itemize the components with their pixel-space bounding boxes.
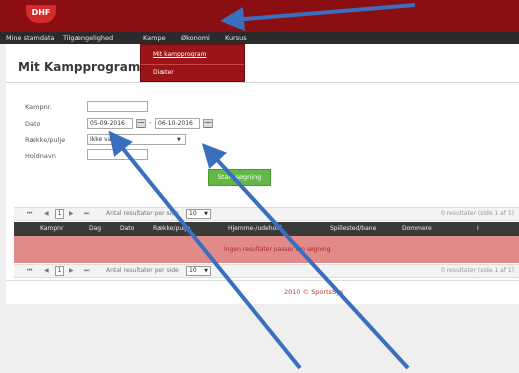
footer: 2010 © SportsSys <box>6 280 519 304</box>
per-page-value: 10 <box>189 210 197 217</box>
menu-item-mit-kampprogram[interactable]: Mit kampprogram <box>153 51 206 58</box>
holdnavn-label: Holdnavn <box>25 152 56 160</box>
first-page-icon[interactable]: ⏮ <box>27 210 32 218</box>
empty-results-message: Ingen resultater passer din søgning <box>224 246 331 253</box>
nav-item-tilgaengelighed[interactable]: Tilgængelighed <box>63 32 113 44</box>
per-page-value: 10 <box>189 267 197 274</box>
menu-divider <box>141 64 244 65</box>
next-page-icon[interactable]: ▶ <box>69 210 74 217</box>
kampe-dropdown-menu: Mit kampprogram Diæter <box>140 44 245 82</box>
pager-top: ⏮ ◀ 1 ▶ ⏭ Antal resultater per side 10 ▼ … <box>14 207 519 221</box>
nav-item-kampe[interactable]: Kampe <box>143 32 166 44</box>
chevron-down-icon: ▼ <box>204 268 208 274</box>
empty-results-row: Ingen resultater passer din søgning <box>14 236 519 263</box>
chevron-down-icon: ▼ <box>204 211 208 217</box>
main-nav: Mine stamdata Tilgængelighed Kampe Økono… <box>0 32 519 44</box>
page-title: Mit Kampprogram <box>18 60 141 74</box>
column-header[interactable]: Række/pulje <box>153 225 190 232</box>
holdnavn-input[interactable] <box>87 149 148 160</box>
results-count: 0 resultater (side 1 af 1) <box>441 210 514 217</box>
per-page-label: Antal resultater per side <box>106 267 179 274</box>
results-table-header: Kampnr Dag Dato Række/pulje Hjemme-/udeh… <box>14 222 519 236</box>
per-page-select[interactable]: 10 ▼ <box>186 266 211 276</box>
dhf-logo[interactable]: DHF <box>26 5 56 23</box>
date-from-calendar-icon[interactable] <box>136 119 146 128</box>
footer-copyright: 2010 © SportsSys <box>284 288 344 296</box>
kampnr-label: Kampnr. <box>25 103 52 111</box>
column-header[interactable]: Spillested/bane <box>330 225 376 232</box>
nav-item-okonomi[interactable]: Økonomi <box>181 32 210 44</box>
menu-item-diaeter[interactable]: Diæter <box>153 69 174 76</box>
column-header[interactable]: Dato <box>120 225 134 232</box>
date-to-calendar-icon[interactable] <box>203 119 213 128</box>
nav-item-mine-stamdata[interactable]: Mine stamdata <box>6 32 55 44</box>
per-page-label: Antal resultater per side <box>106 210 179 217</box>
column-header[interactable]: Kampnr <box>40 225 63 232</box>
start-search-button[interactable]: Start søgning <box>208 169 271 186</box>
nav-item-kursus[interactable]: Kursus <box>225 32 247 44</box>
next-page-icon[interactable]: ▶ <box>69 267 74 274</box>
chevron-down-icon: ▼ <box>177 137 181 143</box>
prev-page-icon[interactable]: ◀ <box>44 210 49 217</box>
raekke-pulje-label: Række/pulje <box>25 136 66 144</box>
header-bar: DHF <box>0 0 519 32</box>
kampnr-input[interactable] <box>87 101 148 112</box>
column-header[interactable]: Hjemme-/udehold <box>228 225 282 232</box>
pager-bottom: ⏮ ◀ 1 ▶ ⏭ Antal resultater per side 10 ▼ … <box>14 264 519 278</box>
column-header[interactable]: Dommere <box>402 225 432 232</box>
per-page-select[interactable]: 10 ▼ <box>186 209 211 219</box>
first-page-icon[interactable]: ⏮ <box>27 267 32 275</box>
page-number-input[interactable]: 1 <box>55 266 64 276</box>
column-header[interactable]: I <box>477 225 479 232</box>
last-page-icon[interactable]: ⏭ <box>84 267 89 275</box>
date-from-input[interactable]: 05-09-2016 <box>87 118 133 129</box>
page-number-input[interactable]: 1 <box>55 209 64 219</box>
last-page-icon[interactable]: ⏭ <box>84 210 89 218</box>
prev-page-icon[interactable]: ◀ <box>44 267 49 274</box>
title-divider <box>6 82 519 83</box>
dato-label: Dato <box>25 120 41 128</box>
date-separator: - <box>149 119 152 127</box>
raekke-pulje-select[interactable]: Ikke valgt <box>87 134 186 145</box>
results-count: 0 resultater (side 1 af 1) <box>441 267 514 274</box>
column-header[interactable]: Dag <box>89 225 101 232</box>
date-to-input[interactable]: 06-10-2016 <box>155 118 200 129</box>
